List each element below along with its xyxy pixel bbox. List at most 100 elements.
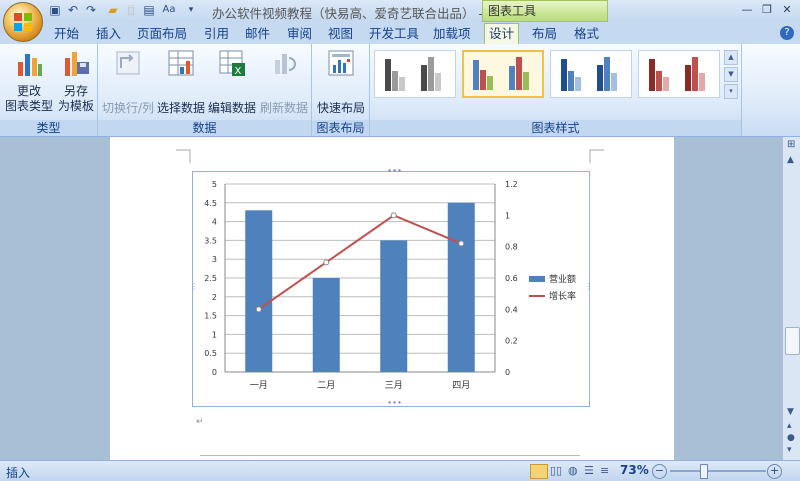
next-page-icon[interactable]: ▾ (787, 445, 792, 455)
save-template-label-1: 另存 (63, 84, 88, 98)
chart-style-colorful[interactable] (462, 50, 544, 98)
text-boundary-line (200, 455, 580, 456)
chart-style-red-thumbnail (649, 57, 705, 91)
group-type: 更改 图表类型 另存 为模板 类型 (0, 44, 98, 136)
switch-row-column-button[interactable]: 切换行/列 (100, 48, 156, 116)
chart-styles-gallery (374, 50, 726, 100)
select-browse-object-icon[interactable]: ● (787, 433, 795, 443)
undo-icon[interactable]: ↶ (66, 3, 80, 17)
tab-references[interactable]: 引用 (204, 24, 229, 44)
restore-button[interactable]: ❐ (758, 2, 776, 18)
save-as-template-button[interactable]: 另存 为模板 (56, 48, 96, 114)
y2-tick-label: 1.2 (505, 180, 518, 189)
tab-format[interactable]: 格式 (574, 24, 599, 44)
tab-page-layout[interactable]: 页面布局 (137, 24, 187, 44)
tab-review[interactable]: 审阅 (287, 24, 312, 44)
insert-mode-indicator[interactable]: 插入 (6, 464, 30, 481)
zoom-level[interactable]: 73% (620, 463, 649, 477)
refresh-data-label: 刷新数据 (259, 101, 308, 115)
y2-tick-label: 0.6 (505, 274, 518, 283)
x-tick-label: 一月 (250, 380, 268, 391)
tab-insert[interactable]: 插入 (96, 24, 121, 44)
save-icon[interactable]: ▣ (48, 3, 62, 17)
zoom-out-icon[interactable]: − (652, 464, 667, 479)
chart-canvas: 0 0.5 1 1.5 2 2.5 3 3.5 4 4.5 5 0 0.2 0.4 0.6 0.8 1 1.2 一月… (204, 180, 576, 391)
ribbon: 更改 图表类型 另存 为模板 类型 切换行/列 选择数据 X 编辑数据 刷新数据… (0, 44, 800, 137)
x-tick-label: 三月 (385, 380, 403, 391)
chart-style-gray[interactable] (374, 50, 456, 98)
tab-addins[interactable]: 加载项 (433, 24, 471, 44)
open-folder-icon[interactable]: ▰ (106, 3, 120, 17)
font-size-icon[interactable]: Aa (162, 3, 176, 17)
change-type-label-2: 图表类型 (4, 99, 53, 113)
y-tick-label: 3.5 (204, 236, 217, 245)
full-screen-reading-icon[interactable]: ▯▯ (550, 464, 562, 477)
ribbon-tabs: 开始 插入 页面布局 引用 邮件 审阅 视图 开发工具 加载项 设计 布局 格式… (0, 22, 800, 45)
resize-handle-left[interactable]: ⋮ (190, 282, 198, 291)
new-document-icon[interactable]: ▯ (124, 3, 138, 17)
resize-handle-right[interactable]: ⋮ (585, 282, 593, 291)
chart-object[interactable]: 0 0.5 1 1.5 2 2.5 3 3.5 4 4.5 5 0 0.2 0.4 0.6 0.8 1 1.2 一月… (190, 166, 593, 407)
tab-mailings[interactable]: 邮件 (245, 24, 270, 44)
line-point (390, 212, 397, 219)
customize-qat-icon[interactable]: ▾ (184, 3, 198, 17)
title-bar: ▣ ↶ ↷ ▰ ▯ ▤ Aa ▾ 办公软件视频教程（快易高、爱奇艺联合出品） -… (0, 0, 800, 22)
y-tick-label: 4 (212, 218, 217, 227)
bar-营业额 (447, 202, 475, 372)
tab-view[interactable]: 视图 (328, 24, 353, 44)
scroll-up-icon[interactable]: ▲ (787, 155, 794, 165)
scroll-down-icon[interactable]: ▼ (787, 407, 794, 417)
close-button[interactable]: ✕ (778, 2, 796, 18)
zoom-in-icon[interactable]: + (767, 464, 782, 479)
resize-handle-bottom[interactable]: ∙∙∙ (387, 398, 402, 407)
group-data: 切换行/列 选择数据 X 编辑数据 刷新数据 数据 (98, 44, 312, 136)
chart-style-gray-thumbnail (385, 57, 441, 91)
y-tick-label: 4.5 (204, 199, 217, 208)
quick-access-toolbar: ▣ ↶ ↷ ▰ ▯ ▤ Aa ▾ (48, 3, 198, 19)
y-tick-label: 2 (212, 293, 217, 302)
change-chart-type-button[interactable]: 更改 图表类型 (4, 48, 54, 114)
zoom-slider-track[interactable] (670, 470, 766, 472)
office-button[interactable] (3, 2, 43, 42)
line-增长率 (258, 214, 462, 311)
web-layout-icon[interactable]: ◍ (568, 464, 578, 477)
x-tick-label: 四月 (452, 380, 470, 391)
gallery-scroll-down-icon[interactable]: ▼ (724, 67, 738, 82)
redo-icon[interactable]: ↷ (84, 3, 98, 17)
edit-data-button[interactable]: X 编辑数据 (206, 48, 258, 116)
help-icon[interactable]: ? (780, 26, 794, 40)
zoom-slider-thumb[interactable] (700, 464, 708, 479)
outline-view-icon[interactable]: ☰ (584, 464, 594, 477)
tab-design[interactable]: 设计 (484, 23, 520, 45)
gallery-scroll-up-icon[interactable]: ▲ (724, 50, 738, 65)
group-type-label: 类型 (0, 120, 97, 136)
print-preview-icon[interactable]: ▤ (142, 3, 156, 17)
edit-data-label: 编辑数据 (207, 101, 256, 115)
tab-developer[interactable]: 开发工具 (369, 24, 419, 44)
print-layout-view-icon[interactable] (530, 464, 548, 479)
chart-style-red[interactable] (638, 50, 720, 98)
save-template-label-2: 为模板 (57, 99, 94, 113)
bar-营业额 (312, 278, 340, 372)
chart-style-blue[interactable] (550, 50, 632, 98)
scroll-thumb[interactable] (785, 327, 800, 355)
draft-view-icon[interactable]: ≡ (600, 464, 609, 477)
tab-home[interactable]: 开始 (54, 24, 79, 44)
quick-layout-button[interactable]: 快速布局 ▾ (314, 48, 368, 131)
gallery-more-icon[interactable]: ▾ (724, 84, 738, 99)
ruler-toggle-icon[interactable]: ⊞ (787, 139, 795, 150)
quick-layout-label: 快速布局 (316, 101, 365, 115)
previous-page-icon[interactable]: ▴ (787, 421, 792, 431)
status-bar: 插入 ▯▯ ◍ ☰ ≡ 73% − + (0, 460, 800, 481)
tab-layout[interactable]: 布局 (532, 24, 557, 44)
resize-handle-top[interactable]: ∙∙∙ (387, 166, 402, 175)
page-corner-marks (176, 149, 604, 163)
line-point (323, 259, 330, 266)
y2-tick-label: 0 (505, 368, 510, 377)
select-data-button[interactable]: 选择数据 (156, 48, 206, 116)
vertical-scrollbar[interactable]: ⊞ ▲ ▼ ▴ ● ▾ (782, 137, 800, 460)
minimize-button[interactable]: — (738, 2, 756, 18)
y2-tick-label: 0.8 (505, 243, 518, 252)
refresh-data-button[interactable]: 刷新数据 (258, 48, 310, 116)
quick-layout-icon (328, 50, 354, 76)
